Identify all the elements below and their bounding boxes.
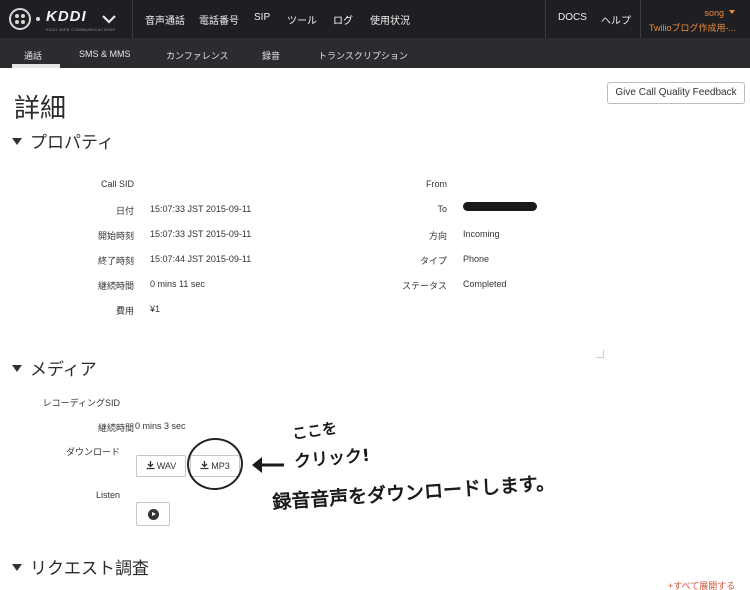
end-time-value: 15:07:44 JST 2015-09-11 (150, 254, 252, 264)
nav-docs[interactable]: DOCS (558, 12, 587, 23)
nav-voice[interactable]: 音声通話 (145, 12, 185, 27)
status-label: ステータス (401, 281, 447, 291)
caret-down-icon (12, 365, 22, 373)
end-time-label: 終了時刻 (97, 256, 134, 266)
annotation-line-1: ここを (291, 418, 339, 444)
download-label: ダウンロード (65, 447, 120, 457)
subnav-calls[interactable]: 通話 (24, 49, 42, 62)
nav-sip[interactable]: SIP (254, 12, 270, 23)
status-value: Completed (463, 279, 507, 289)
user-account[interactable]: Twilioブログ作成用-... (649, 21, 736, 34)
caret-down-icon (12, 138, 22, 146)
subnav-recordings[interactable]: 録音 (262, 49, 280, 62)
handwritten-circle (184, 435, 246, 493)
request-inspector-toggle[interactable]: リクエスト調査 (12, 554, 149, 579)
subnav-conference[interactable]: カンファレンス (166, 49, 229, 62)
play-icon (148, 509, 159, 520)
media-duration-label: 継続時間 (97, 423, 134, 433)
request-heading: リクエスト調査 (30, 559, 149, 578)
cost-label: 費用 (115, 306, 134, 316)
top-navigation-bar: KDDI KDDI WEB COMMUNICATIONS 音声通話 電話番号 S… (0, 0, 750, 38)
user-name[interactable]: song (704, 8, 724, 18)
recording-sid-label: レコーディングSID (42, 398, 120, 408)
date-value: 15:07:33 JST 2015-09-11 (150, 204, 252, 214)
download-icon (146, 461, 155, 470)
nav-divider (640, 0, 641, 38)
nav-usage[interactable]: 使用状況 (370, 12, 410, 27)
nav-tools[interactable]: ツール (287, 12, 317, 27)
handwritten-arrow-icon (252, 457, 284, 473)
media-duration-value: 0 mins 3 sec (135, 421, 186, 431)
download-wav-button[interactable]: WAV (136, 455, 186, 477)
redacted-phone-number (463, 202, 537, 211)
subnav-transcriptions[interactable]: トランスクリプション (318, 49, 408, 62)
type-value: Phone (463, 254, 490, 264)
listen-label: Listen (95, 490, 120, 500)
resize-handle-icon (596, 350, 604, 358)
cost-value: ¥1 (150, 304, 161, 314)
expand-all-link[interactable]: +すべて展開する (668, 579, 735, 590)
subnav-sms-mms[interactable]: SMS & MMS (79, 49, 131, 59)
from-label: From (426, 179, 447, 189)
annotation-line-3: 録音音声をダウンロードします。 (271, 472, 556, 514)
type-label: タイプ (419, 256, 447, 266)
date-label: 日付 (115, 206, 134, 216)
to-label: To (437, 204, 447, 214)
wav-label: WAV (156, 461, 177, 471)
call-quality-feedback-button[interactable]: Give Call Quality Feedback (607, 82, 745, 104)
play-recording-button[interactable] (136, 502, 170, 526)
properties-section-toggle[interactable]: プロパティ (12, 128, 114, 153)
start-time-label: 開始時刻 (97, 231, 134, 241)
duration-value: 0 mins 11 sec (150, 279, 205, 289)
media-heading: メディア (30, 360, 97, 379)
page-title: 詳細 (14, 93, 67, 123)
start-time-value: 15:07:33 JST 2015-09-11 (150, 229, 252, 239)
nav-logs[interactable]: ログ (333, 12, 353, 27)
caret-down-icon[interactable] (729, 10, 735, 14)
nav-divider (545, 0, 546, 38)
duration-label: 継続時間 (97, 281, 134, 291)
nav-phone-numbers[interactable]: 電話番号 (199, 12, 239, 27)
twilio-logo-icon[interactable] (9, 8, 31, 30)
direction-value: Incoming (463, 229, 500, 239)
chevron-down-icon[interactable] (100, 10, 118, 28)
media-section-toggle[interactable]: メディア (12, 355, 97, 380)
properties-heading: プロパティ (30, 133, 114, 152)
nav-help[interactable]: ヘルプ (601, 12, 631, 27)
nav-divider (132, 0, 133, 38)
call-sid-label: Call SID (100, 179, 134, 189)
subnav-active-indicator (12, 64, 60, 68)
direction-label: 方向 (428, 231, 447, 241)
sub-navigation-bar: 通話 SMS & MMS カンファレンス 録音 トランスクリプション (0, 38, 750, 68)
brand-logo[interactable]: KDDI (46, 8, 87, 25)
annotation-line-2: クリック! (293, 445, 371, 473)
logo-separator-dot (36, 17, 40, 21)
caret-down-icon (12, 564, 22, 572)
